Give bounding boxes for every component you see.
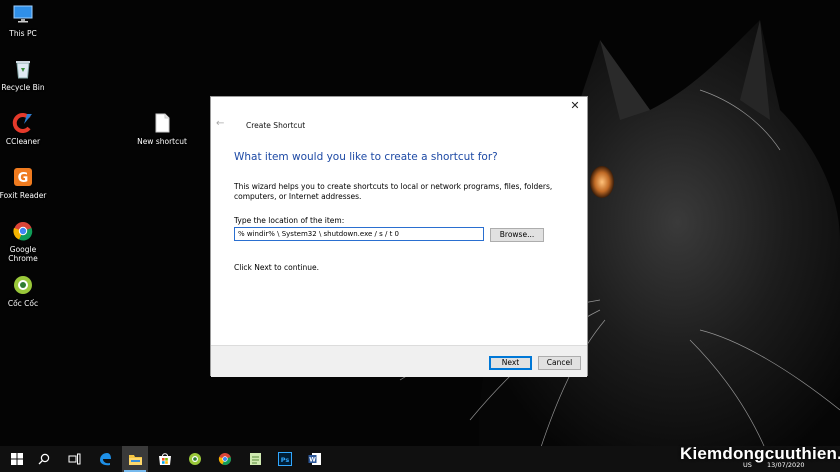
chrome-taskbar-icon[interactable] bbox=[212, 446, 238, 472]
desktop-icon-label: Recycle Bin bbox=[1, 83, 45, 92]
task-view-icon[interactable] bbox=[61, 446, 87, 472]
location-input[interactable]: % windir% \ System32 \ shutdown.exe / s … bbox=[234, 227, 484, 241]
desktop-icon-coc-coc[interactable]: Cốc Cốc bbox=[0, 274, 48, 308]
desktop-icon-ccleaner[interactable]: CCleaner bbox=[0, 112, 48, 146]
next-button[interactable]: Next bbox=[489, 356, 532, 370]
dialog-description: This wizard helps you to create shortcut… bbox=[234, 182, 553, 201]
desktop-icon-label: Google Chrome bbox=[8, 245, 38, 263]
desktop-icon-label: Foxit Reader bbox=[0, 191, 47, 200]
coc-coc-taskbar-icon[interactable] bbox=[182, 446, 208, 472]
svg-text:W: W bbox=[309, 457, 316, 464]
monitor-icon bbox=[12, 4, 34, 26]
search-icon[interactable] bbox=[31, 446, 57, 472]
site-watermark: Kiemdongcuuthien.vn bbox=[680, 444, 840, 463]
photoshop-icon[interactable]: Ps bbox=[272, 446, 298, 472]
dialog-heading: What item would you like to create a sho… bbox=[234, 151, 498, 163]
close-icon[interactable]: ✕ bbox=[569, 100, 581, 112]
desktop-icon-this-pc[interactable]: This PC bbox=[0, 4, 48, 38]
chrome-icon bbox=[12, 220, 34, 242]
create-shortcut-dialog: ✕ ← Create Shortcut What item would you … bbox=[210, 96, 588, 377]
word-icon[interactable]: W bbox=[302, 446, 328, 472]
browse-button[interactable]: Browse... bbox=[490, 228, 544, 242]
coc-coc-icon bbox=[12, 274, 34, 296]
edge-icon[interactable] bbox=[92, 446, 118, 472]
continue-instruction: Click Next to continue. bbox=[234, 263, 320, 272]
desktop-icon-label: New shortcut bbox=[137, 137, 187, 146]
foxit-reader-icon: G bbox=[12, 166, 34, 188]
back-arrow-icon[interactable]: ← bbox=[216, 119, 228, 129]
blank-file-icon bbox=[151, 112, 173, 134]
notepad-icon[interactable] bbox=[242, 446, 268, 472]
svg-text:Ps: Ps bbox=[281, 456, 290, 464]
ccleaner-icon bbox=[12, 112, 34, 134]
desktop-icon-label: Cốc Cốc bbox=[7, 299, 39, 308]
desktop-icon-new-shortcut[interactable]: New shortcut bbox=[136, 112, 188, 146]
store-icon[interactable] bbox=[152, 446, 178, 472]
cancel-button[interactable]: Cancel bbox=[538, 356, 581, 370]
file-explorer-icon[interactable] bbox=[122, 446, 148, 472]
location-label: Type the location of the item: bbox=[234, 216, 345, 225]
desktop-icon-foxit-reader[interactable]: G Foxit Reader bbox=[0, 166, 48, 200]
recycle-bin-icon bbox=[12, 58, 34, 80]
windows-start-icon[interactable] bbox=[4, 446, 30, 472]
dialog-title: Create Shortcut bbox=[246, 121, 306, 130]
desktop-icon-google-chrome[interactable]: Google Chrome bbox=[0, 220, 48, 263]
desktop-icon-label: This PC bbox=[9, 29, 37, 38]
desktop-icon-label: CCleaner bbox=[5, 137, 41, 146]
desktop-icon-recycle-bin[interactable]: Recycle Bin bbox=[0, 58, 48, 92]
svg-text:G: G bbox=[18, 171, 29, 186]
